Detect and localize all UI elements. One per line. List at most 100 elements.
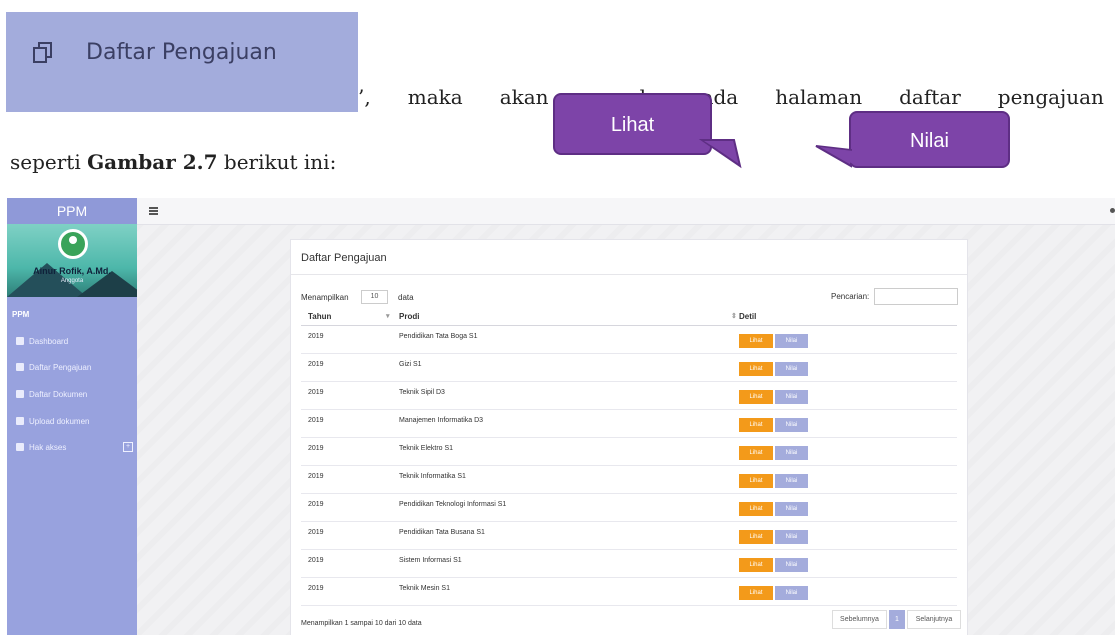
search-input[interactable]	[874, 288, 958, 305]
table-row: 2019 Teknik Mesin S1 Lihat Nilai	[301, 578, 957, 606]
cell-tahun: 2019	[308, 445, 324, 452]
app-screenshot: PPM Ainur Rofik, A.Md. Anggota PPM Dashb…	[7, 198, 1115, 635]
nilai-button[interactable]: Nilai	[775, 390, 808, 404]
dashboard-icon	[16, 337, 24, 345]
cell-prodi: Pendidikan Tata Boga S1	[399, 333, 478, 340]
column-header-detil[interactable]: Detil	[739, 312, 756, 321]
sidebar-item-daftar-dokumen[interactable]: Daftar Dokumen	[7, 386, 137, 404]
length-suffix: data	[398, 293, 414, 302]
cell-prodi: Teknik Mesin S1	[399, 585, 450, 592]
column-header-prodi[interactable]: Prodi	[399, 312, 419, 321]
cell-tahun: 2019	[308, 501, 324, 508]
expand-icon[interactable]: +	[123, 442, 133, 452]
lihat-button[interactable]: Lihat	[739, 362, 773, 376]
nilai-button[interactable]: Nilai	[775, 446, 808, 460]
lihat-button[interactable]: Lihat	[739, 502, 773, 516]
callout-pointer	[698, 139, 742, 169]
nilai-button[interactable]: Nilai	[775, 502, 808, 516]
table-row: 2019 Gizi S1 Lihat Nilai	[301, 354, 957, 382]
menu-toggle-icon[interactable]	[149, 207, 158, 215]
nilai-button[interactable]: Nilai	[775, 334, 808, 348]
sidebar-item-daftar-pengajuan[interactable]: Daftar Pengajuan	[7, 359, 137, 377]
word: daftar	[899, 85, 961, 109]
cell-prodi: Teknik Elektro S1	[399, 445, 454, 452]
sidebar-item-label: Daftar Dokumen	[29, 390, 88, 399]
lihat-button[interactable]: Lihat	[739, 530, 773, 544]
nilai-button[interactable]: Nilai	[775, 558, 808, 572]
nilai-button[interactable]: Nilai	[775, 530, 808, 544]
callout-nilai: Nilai	[849, 111, 1010, 168]
cell-tahun: 2019	[308, 361, 324, 368]
lihat-button[interactable]: Lihat	[739, 390, 773, 404]
table-row: 2019 Pendidikan Tata Boga S1 Lihat Nilai	[301, 326, 957, 354]
lihat-button[interactable]: Lihat	[739, 558, 773, 572]
length-label: Menampilkan	[301, 293, 349, 302]
cell-tahun: 2019	[308, 333, 324, 340]
sidebar-item-label: Upload dokumen	[29, 417, 90, 426]
pagination-page[interactable]: 1	[889, 610, 905, 629]
lihat-button[interactable]: Lihat	[739, 334, 773, 348]
pagination-previous[interactable]: Sebelumnya	[832, 610, 887, 629]
cell-tahun: 2019	[308, 389, 324, 396]
table-header: Tahun ▾ Prodi ⇕ Detil	[301, 308, 957, 326]
sidebar-item-upload-dokumen[interactable]: Upload dokumen	[7, 413, 137, 431]
text: seperti	[10, 150, 88, 174]
user-name: Ainur Rofik, A.Md.	[33, 266, 111, 276]
word: ’,	[358, 85, 371, 109]
table-info: Menampilkan 1 sampai 10 dari 10 data	[301, 620, 422, 627]
menu-chip-label: Daftar Pengajuan	[86, 40, 277, 65]
pagination-next[interactable]: Selanjutnya	[907, 610, 961, 629]
nilai-button[interactable]: Nilai	[775, 418, 808, 432]
nilai-button[interactable]: Nilai	[775, 586, 808, 600]
cell-tahun: 2019	[308, 585, 324, 592]
search-label: Pencarian:	[831, 292, 870, 301]
nilai-button[interactable]: Nilai	[775, 474, 808, 488]
copy-icon	[33, 42, 52, 63]
user-role: Anggota	[60, 278, 84, 284]
cell-prodi: Gizi S1	[399, 361, 422, 368]
word: halaman	[775, 85, 863, 109]
sidebar-item-label: Daftar Pengajuan	[29, 363, 92, 372]
cell-prodi: Pendidikan Teknologi Informasi S1	[399, 501, 507, 508]
lihat-button[interactable]: Lihat	[739, 586, 773, 600]
brand-logo[interactable]: PPM	[7, 198, 137, 224]
nilai-button[interactable]: Nilai	[775, 362, 808, 376]
cell-tahun: 2019	[308, 557, 324, 564]
sort-icon[interactable]: ▾	[386, 312, 390, 320]
table-row: 2019 Manajemen Informatika D3 Lihat Nilai	[301, 410, 957, 438]
copy-icon	[16, 390, 24, 398]
copy-icon	[16, 417, 24, 425]
paragraph-line-1: ’, maka akan masuk pada halaman daftar p…	[358, 85, 1104, 109]
sidebar-item-hak-akses[interactable]: Hak akses +	[7, 439, 137, 457]
lihat-button[interactable]: Lihat	[739, 474, 773, 488]
lihat-button[interactable]: Lihat	[739, 446, 773, 460]
page-length-select[interactable]: 10	[361, 290, 388, 304]
column-header-tahun[interactable]: Tahun	[308, 312, 331, 321]
callout-lihat: Lihat	[553, 93, 712, 155]
cell-prodi: Teknik Informatika S1	[399, 473, 466, 480]
daftar-pengajuan-menu-image: Daftar Pengajuan	[6, 12, 358, 112]
table-row: 2019 Teknik Elektro S1 Lihat Nilai	[301, 438, 957, 466]
profile-banner: Ainur Rofik, A.Md. Anggota	[7, 224, 137, 297]
sidebar: Ainur Rofik, A.Md. Anggota PPM Dashboard…	[7, 224, 137, 635]
table-row: 2019 Pendidikan Tata Busana S1 Lihat Nilai	[301, 522, 957, 550]
cell-prodi: Manajemen Informatika D3	[399, 417, 484, 424]
cell-prodi: Teknik Sipil D3	[399, 389, 445, 396]
word: akan	[499, 85, 549, 109]
table-row: 2019 Sistem Informasi S1 Lihat Nilai	[301, 550, 957, 578]
cell-tahun: 2019	[308, 473, 324, 480]
divider	[291, 274, 967, 275]
user-menu-icon[interactable]	[1110, 208, 1115, 213]
table-row: 2019 Teknik Informatika S1 Lihat Nilai	[301, 466, 957, 494]
content-panel: Daftar Pengajuan Menampilkan 10 data Pen…	[290, 239, 968, 635]
sort-icon[interactable]: ⇕	[731, 312, 737, 320]
word: maka	[407, 85, 463, 109]
cell-tahun: 2019	[308, 529, 324, 536]
top-navbar: PPM	[7, 198, 1115, 225]
sidebar-item-dashboard[interactable]: Dashboard	[7, 333, 137, 351]
lihat-button[interactable]: Lihat	[739, 418, 773, 432]
cell-tahun: 2019	[308, 417, 324, 424]
figure-reference: Gambar 2.7	[87, 150, 218, 174]
cell-prodi: Sistem Informasi S1	[399, 557, 462, 564]
table-row: 2019 Pendidikan Teknologi Informasi S1 Lih…	[301, 494, 957, 522]
